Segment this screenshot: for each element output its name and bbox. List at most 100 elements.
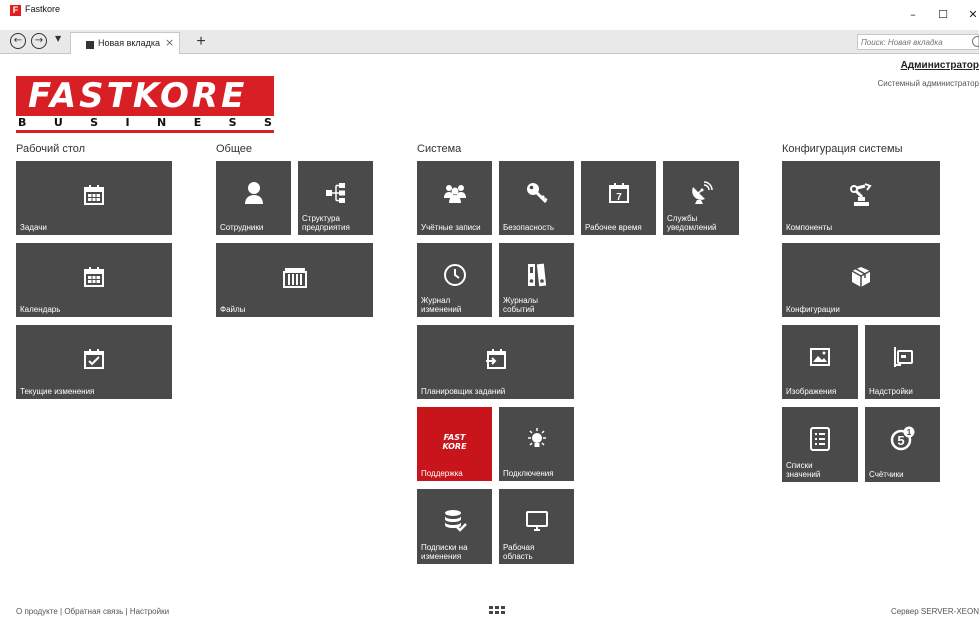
tile-label: Учётные записи <box>421 223 481 232</box>
package-icon <box>782 261 940 293</box>
tile-counters[interactable]: 51 Счётчики <box>865 407 940 482</box>
tile-label: Структура предприятия <box>302 214 350 232</box>
fastkore-mark-icon: FAST KORE <box>442 433 467 451</box>
file-cabinet-icon <box>216 261 373 293</box>
tile-label: Планировщик заданий <box>421 387 506 396</box>
image-icon <box>782 341 858 373</box>
section-system: Система <box>417 143 462 155</box>
counter-badge-number: 1 <box>906 428 911 437</box>
tile-label: Журнал изменений <box>421 296 462 314</box>
tile-label: Конфигурации <box>786 305 840 314</box>
tile-support[interactable]: FAST KORE Поддержка <box>417 407 492 481</box>
tile-label: Журналы событий <box>503 296 538 314</box>
calendar-icon <box>16 261 172 293</box>
tile-label: Задачи <box>20 223 47 232</box>
tile-current-changes[interactable]: Текущие изменения <box>16 325 172 399</box>
tab-label: Новая вкладка <box>98 38 161 48</box>
section-desktop: Рабочий стол <box>16 143 86 155</box>
maximize-button[interactable]: ☐ <box>928 0 958 30</box>
calendar-check-icon <box>16 343 172 375</box>
tile-files[interactable]: Файлы <box>216 243 373 317</box>
tile-label: Сотрудники <box>220 223 264 232</box>
lightbulb-icon <box>499 423 574 455</box>
tile-scheduler[interactable]: Планировщик заданий <box>417 325 574 399</box>
fastkore-logo: FASTKORE B U S I N E S S <box>16 76 274 133</box>
hierarchy-icon <box>298 177 373 209</box>
tile-employees[interactable]: Сотрудники <box>216 161 291 235</box>
database-check-icon <box>417 505 492 537</box>
tile-label: Текущие изменения <box>20 387 95 396</box>
tile-label: Подключения <box>503 469 554 478</box>
tab-page-icon <box>86 41 94 49</box>
tile-calendar[interactable]: Календарь <box>16 243 172 317</box>
tile-security[interactable]: Безопасность <box>499 161 574 235</box>
logo-wordmark: FASTKORE <box>16 76 274 116</box>
tile-label: Надстройки <box>869 387 913 396</box>
back-button[interactable]: ← <box>10 33 26 49</box>
tile-tasks[interactable]: Задачи <box>16 161 172 235</box>
footer-separator: | <box>125 607 128 616</box>
tile-label: Службы уведомлений <box>667 214 717 232</box>
tile-workspace[interactable]: Рабочая область <box>499 489 574 564</box>
svg-text:5: 5 <box>897 433 904 448</box>
users-group-icon <box>417 177 492 209</box>
clock-icon <box>417 259 492 291</box>
tile-notifications[interactable]: Службы уведомлений <box>663 161 739 235</box>
tile-value-lists[interactable]: Списки значений <box>782 407 858 482</box>
minimize-button[interactable]: – <box>898 0 928 30</box>
search-box[interactable] <box>857 34 979 50</box>
list-icon <box>782 423 858 455</box>
tile-event-logs[interactable]: Журналы событий <box>499 243 574 317</box>
tile-addons[interactable]: Надстройки <box>865 325 940 399</box>
tile-structure[interactable]: Структура предприятия <box>298 161 373 235</box>
footer-links: О продукте | Обратная связь | Настройки <box>16 607 169 616</box>
tile-label: Подписки на изменения <box>421 543 468 561</box>
search-input[interactable] <box>861 36 956 48</box>
tile-label: Счётчики <box>869 470 904 479</box>
title-bar: F Fastkore – ☐ ✕ <box>0 0 979 30</box>
settings-link[interactable]: Настройки <box>130 607 169 616</box>
counter-badge-icon: 51 <box>865 423 940 455</box>
user-name-link[interactable]: Администратор <box>901 60 979 71</box>
tab-close-icon[interactable]: × <box>165 36 174 49</box>
tab-bar: ← → ▼ Новая вкладка × + <box>0 30 979 54</box>
search-icon[interactable] <box>972 36 979 47</box>
window-title: Fastkore <box>25 4 61 14</box>
tile-subscriptions[interactable]: Подписки на изменения <box>417 489 492 564</box>
tile-configurations[interactable]: Конфигурации <box>782 243 940 317</box>
add-tab-button[interactable]: + <box>190 31 212 53</box>
tile-connections[interactable]: Подключения <box>499 407 574 481</box>
tile-components[interactable]: Компоненты <box>782 161 940 235</box>
robot-arm-icon <box>782 179 940 211</box>
tile-accounts[interactable]: Учётные записи <box>417 161 492 235</box>
tile-label: Списки значений <box>786 461 821 479</box>
user-role: Системный администратор <box>877 79 979 88</box>
app-logo-icon: F <box>10 5 21 16</box>
footer-separator: | <box>60 607 63 616</box>
tile-label: Поддержка <box>421 469 463 478</box>
feedback-link[interactable]: Обратная связь <box>64 607 123 616</box>
card-reader-icon <box>865 341 940 373</box>
tile-label: Компоненты <box>786 223 833 232</box>
about-link[interactable]: О продукте <box>16 607 58 616</box>
tile-change-log[interactable]: Журнал изменений <box>417 243 492 317</box>
close-window-button[interactable]: ✕ <box>958 0 979 30</box>
satellite-dish-icon <box>663 177 739 209</box>
tile-label: Изображения <box>786 387 837 396</box>
tile-label: Файлы <box>220 305 246 314</box>
calendar-day-number: 7 <box>616 192 622 203</box>
logo-underline <box>16 130 274 133</box>
tile-label: Рабочее время <box>585 223 642 232</box>
calendar-day-icon: 7 <box>581 177 656 209</box>
tile-images[interactable]: Изображения <box>782 325 858 399</box>
tab-new[interactable]: Новая вкладка × <box>70 32 180 54</box>
history-dropdown-icon[interactable]: ▼ <box>55 34 61 43</box>
tile-label: Рабочая область <box>503 543 535 561</box>
tile-work-time[interactable]: 7 Рабочее время <box>581 161 656 235</box>
calendar-grid-icon <box>16 179 172 211</box>
apps-grid-icon[interactable] <box>488 602 506 614</box>
person-icon <box>216 177 291 209</box>
tile-label: Календарь <box>20 305 61 314</box>
forward-button[interactable]: → <box>31 33 47 49</box>
binders-icon <box>499 259 574 291</box>
